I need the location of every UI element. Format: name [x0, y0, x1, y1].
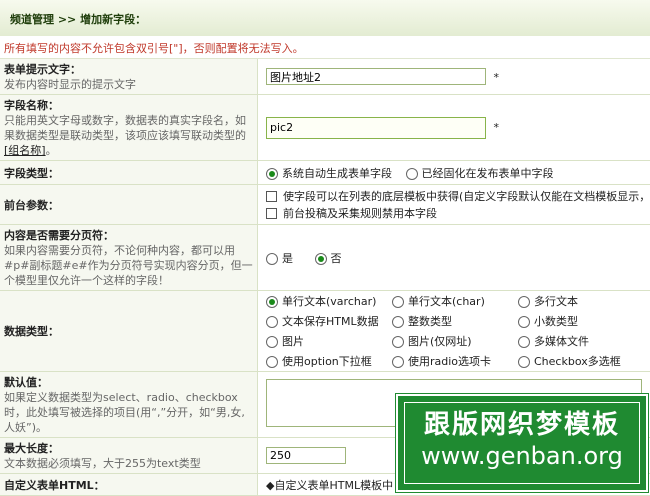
row-paging: 内容是否需要分页符： 如果内容需要分页符，不论何种内容，都可以用#p#副标题#e…: [0, 224, 650, 291]
datatype-option[interactable]: 文本保存HTML数据: [266, 313, 392, 329]
radio-icon[interactable]: [392, 316, 404, 328]
datatype-option[interactable]: 使用radio选项卡: [392, 353, 518, 369]
itemname-desc: 发布内容时显示的提示文字: [4, 78, 136, 91]
radio-icon[interactable]: [266, 356, 278, 368]
paging-option-yes[interactable]: 是: [266, 250, 293, 266]
checkbox-icon[interactable]: [266, 191, 277, 202]
customhtml-label: 自定义表单HTML：: [4, 478, 105, 492]
datatype-option[interactable]: 多行文本: [518, 293, 638, 309]
fieldtype-option-fixed[interactable]: 已经固化在发布表单中字段: [405, 165, 554, 181]
datatype-option[interactable]: 图片: [266, 333, 392, 349]
radio-icon[interactable]: [266, 316, 278, 328]
row-fieldtype: 字段类型： 系统自动生成表单字段 已经固化在发布表单中字段: [0, 160, 650, 185]
maxlength-desc: 文本数据必须填写，大于255为text类型: [4, 457, 201, 470]
radio-icon[interactable]: [266, 336, 278, 348]
notice-text: 所有填写的内容不允许包含双引号["]，否则配置将无法写入。: [4, 42, 304, 55]
datatype-options: 单行文本(varchar) 单行文本(char) 多行文本 文本保存HTML数据…: [266, 293, 642, 369]
maxlength-label: 最大长度：: [4, 442, 59, 455]
customhtml-hint: ◆自定义表单HTML模板中: [266, 478, 394, 492]
radio-icon[interactable]: [392, 356, 404, 368]
paging-desc: 如果内容需要分页符，不论何种内容，都可以用#p#副标题#e#作为分页符号实现内容…: [4, 244, 253, 287]
datatype-option[interactable]: Checkbox多选框: [518, 353, 638, 369]
watermark-logo: 跟版网织梦模板 www.genban.org: [396, 394, 648, 492]
paging-option-no[interactable]: 否: [314, 250, 342, 266]
required-mark: *: [493, 121, 500, 134]
group-name-link[interactable]: [组名称]: [4, 144, 46, 157]
datatype-option[interactable]: 整数类型: [392, 313, 518, 329]
itemname-input[interactable]: [266, 68, 486, 85]
frontend-check-list[interactable]: 使字段可以在列表的底层模板中获得(自定义字段默认仅能在文档模板显示，启: [266, 188, 650, 205]
row-fieldname: 字段名称： 只能用英文字母或数字，数据表的真实字段名，如果数据类型是联动类型，该…: [0, 94, 650, 161]
fieldname-label: 字段名称：: [4, 99, 59, 112]
radio-icon[interactable]: [518, 296, 530, 308]
default-label: 默认值：: [4, 376, 48, 389]
maxlength-input[interactable]: [266, 447, 346, 464]
fieldname-desc: 只能用英文字母或数字，数据表的真实字段名，如果数据类型是联动类型，该项应该填写联…: [4, 114, 246, 142]
datatype-option[interactable]: 单行文本(varchar): [266, 293, 392, 309]
itemname-label: 表单提示文字：: [4, 63, 81, 76]
radio-icon[interactable]: [392, 296, 404, 308]
radio-icon[interactable]: [518, 316, 530, 328]
radio-icon[interactable]: [266, 252, 278, 265]
notice-bar: 所有填写的内容不允许包含双引号["]，否则配置将无法写入。: [0, 36, 650, 59]
watermark-url: www.genban.org: [421, 442, 623, 470]
required-mark: *: [493, 70, 500, 84]
default-desc: 如果定义数据类型为select、radio、checkbox时，此处填写被选择的…: [4, 391, 245, 434]
watermark-title: 跟版网织梦模板: [423, 410, 620, 440]
datatype-option[interactable]: 使用option下拉框: [266, 353, 392, 369]
paging-label: 内容是否需要分页符：: [4, 229, 114, 242]
radio-icon[interactable]: [266, 167, 278, 180]
datatype-option[interactable]: 多媒体文件: [518, 333, 638, 349]
fieldtype-label: 字段类型：: [4, 166, 59, 180]
radio-icon[interactable]: [266, 296, 278, 308]
fieldname-input[interactable]: [266, 116, 486, 139]
fieldtype-option-auto[interactable]: 系统自动生成表单字段: [266, 165, 392, 181]
radio-icon[interactable]: [392, 336, 404, 348]
datatype-option[interactable]: 单行文本(char): [392, 293, 518, 309]
frontend-check-collect[interactable]: 前台投稿及采集规则禁用本字段: [266, 205, 642, 222]
title-bar: 频道管理 >> 增加新字段：: [0, 0, 650, 37]
datatype-option[interactable]: 小数类型: [518, 313, 638, 329]
datatype-option[interactable]: 图片(仅网址): [392, 333, 518, 349]
row-datatype: 数据类型： 单行文本(varchar) 单行文本(char) 多行文本 文本保存…: [0, 290, 650, 372]
checkbox-icon[interactable]: [266, 208, 277, 219]
radio-icon[interactable]: [314, 252, 327, 265]
radio-icon[interactable]: [405, 167, 418, 180]
row-itemname: 表单提示文字： 发布内容时显示的提示文字 *: [0, 59, 650, 95]
breadcrumb: 频道管理 >> 增加新字段：: [10, 13, 147, 26]
radio-icon[interactable]: [518, 356, 530, 368]
datatype-label: 数据类型：: [4, 325, 59, 338]
radio-icon[interactable]: [518, 336, 530, 348]
row-frontend: 前台参数： 使字段可以在列表的底层模板中获得(自定义字段默认仅能在文档模板显示，…: [0, 184, 650, 225]
frontend-label: 前台参数：: [4, 198, 59, 212]
